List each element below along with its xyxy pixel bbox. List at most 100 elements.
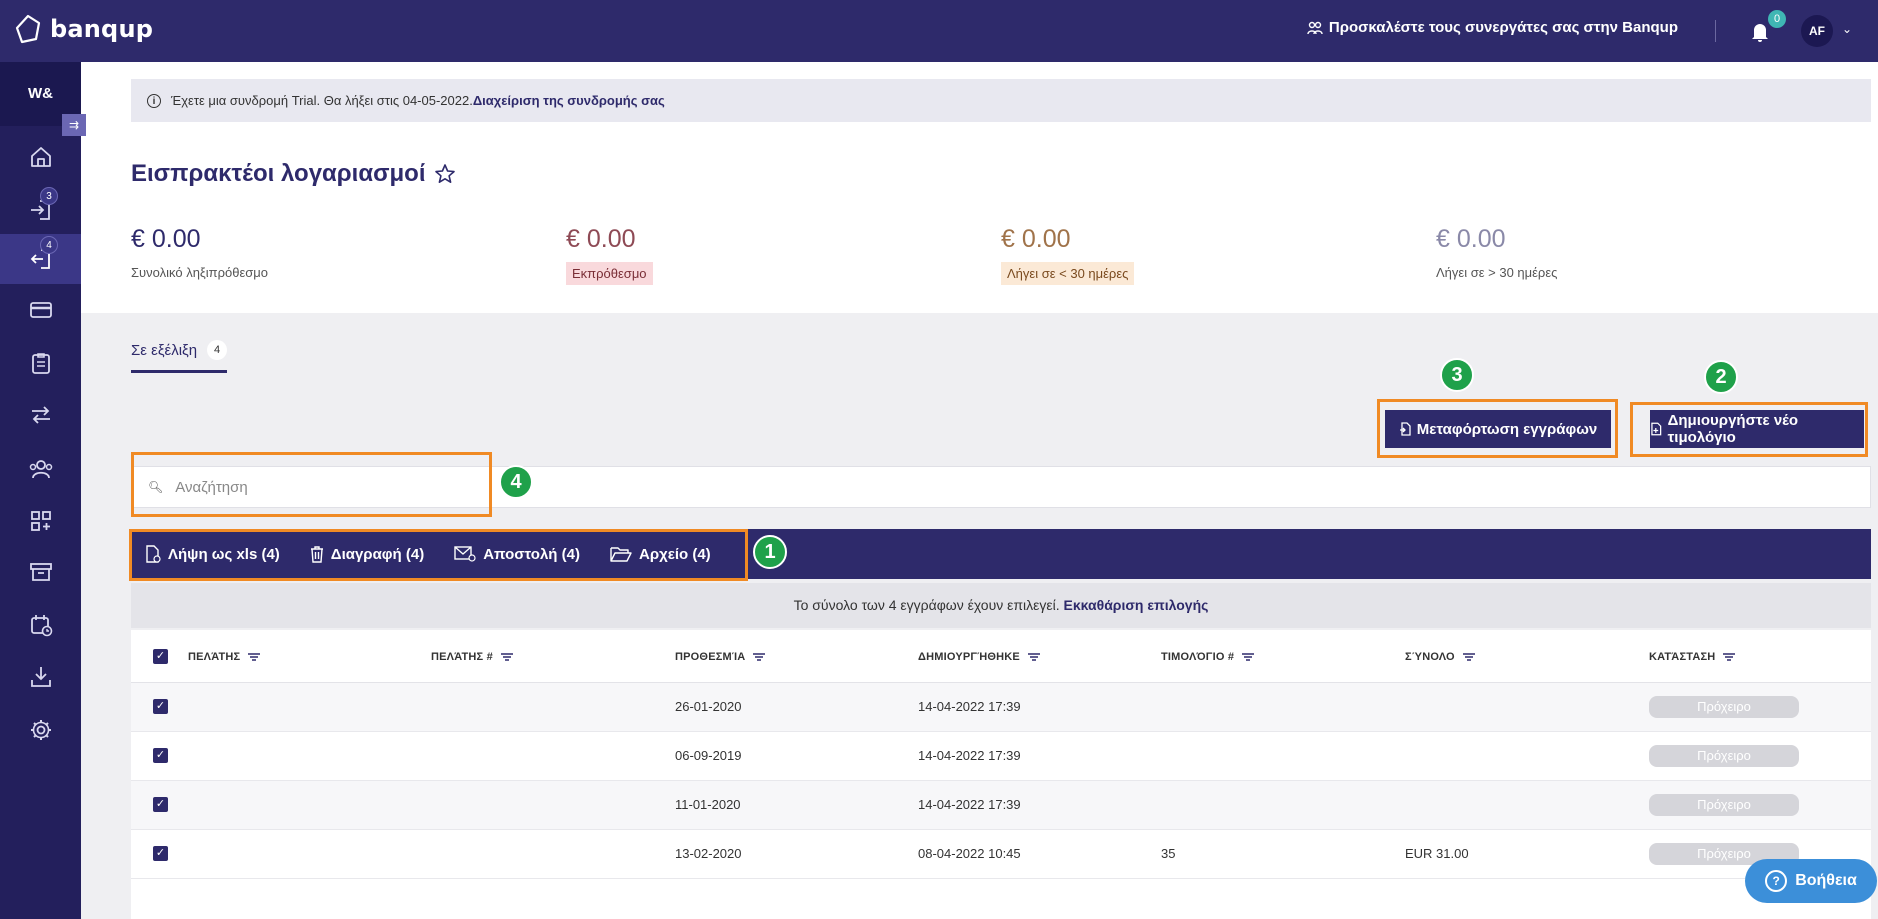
- manage-subscription-link[interactable]: Διαχείριση της συνδρομής σας: [473, 93, 665, 108]
- row-checkbox[interactable]: ✓: [153, 797, 168, 812]
- column-due-date[interactable]: ΠΡΟΘΕΣΜΊΑ: [675, 651, 766, 663]
- home-icon: [30, 147, 51, 167]
- receivables-table: ✓ ΠΕΛΆΤΗΣ ΠΕΛΆΤΗΣ # ΠΡΟΘΕΣΜΊΑ ΔΗΜΙΟΥΡΓΉΘ…: [131, 630, 1871, 919]
- column-label: ΚΑΤΆΣΤΑΣΗ: [1649, 651, 1716, 663]
- column-label: ΤΙΜΟΛΌΓΙΟ #: [1161, 651, 1235, 663]
- cell-due-date: 26-01-2020: [675, 699, 742, 714]
- column-customer[interactable]: ΠΕΛΆΤΗΣ: [188, 651, 261, 663]
- table-row[interactable]: ✓ 11-01-2020 14-04-2022 17:39 Πρόχειρο: [131, 781, 1871, 830]
- column-label: ΔΗΜΙΟΥΡΓΉΘΗΚΕ: [918, 651, 1020, 663]
- info-icon: i: [147, 93, 161, 108]
- table-row[interactable]: ✓ 13-02-2020 08-04-2022 10:45 35 EUR 31.…: [131, 830, 1871, 879]
- cell-invoice-number: 35: [1161, 846, 1176, 861]
- stat-label: Λήγει σε > 30 ημέρες: [1436, 265, 1558, 280]
- clear-selection-link[interactable]: Εκκαθάριση επιλογής: [1064, 597, 1209, 613]
- row-checkbox[interactable]: ✓: [153, 748, 168, 763]
- marker-2: 2: [1704, 360, 1738, 394]
- stat-label: Λήγει σε < 30 ημέρες: [1001, 262, 1135, 285]
- filter-icon[interactable]: [1723, 653, 1736, 661]
- highlight-upload: [1377, 399, 1618, 458]
- column-label: ΠΕΛΆΤΗΣ: [188, 651, 241, 663]
- archive-box-icon: [29, 563, 52, 581]
- stat-amount: € 0.00: [1436, 225, 1506, 253]
- selection-info: Το σύνολο των 4 εγγράφων έχουν επιλεγεί.…: [131, 583, 1871, 628]
- cell-created: 14-04-2022 17:39: [918, 797, 1021, 812]
- bell-icon: [1752, 24, 1768, 42]
- incoming-count-badge: 3: [40, 187, 58, 205]
- status-badge: Πρόχειρο: [1649, 794, 1799, 816]
- sidebar-item-tasks[interactable]: [0, 338, 81, 388]
- sidebar-item-contacts[interactable]: [0, 444, 81, 494]
- cell-created: 14-04-2022 17:39: [918, 699, 1021, 714]
- stat-label: Εκπρόθεσμο: [566, 262, 653, 285]
- question-icon: ?: [1765, 870, 1788, 892]
- cell-due-date: 13-02-2020: [675, 846, 742, 861]
- filter-icon[interactable]: [753, 653, 766, 661]
- column-customer-number[interactable]: ΠΕΛΆΤΗΣ #: [431, 651, 513, 663]
- sidebar-item-downloads[interactable]: [0, 652, 81, 702]
- row-checkbox[interactable]: ✓: [153, 846, 168, 861]
- page-title-text: Εισπρακτέοι λογαριασμοί: [131, 160, 426, 187]
- table-row[interactable]: ✓ 26-01-2020 14-04-2022 17:39 Πρόχειρο: [131, 683, 1871, 732]
- highlight-search: [131, 452, 492, 517]
- sidebar-item-settings[interactable]: [0, 705, 81, 755]
- tab-count-badge: 4: [207, 340, 228, 360]
- column-created[interactable]: ΔΗΜΙΟΥΡΓΉΘΗΚΕ: [918, 651, 1040, 663]
- notifications-count-badge: 0: [1768, 10, 1786, 28]
- sidebar-item-archive[interactable]: [0, 547, 81, 597]
- select-all-checkbox[interactable]: ✓: [153, 649, 168, 664]
- sidebar-item-transactions[interactable]: [0, 390, 81, 440]
- topbar-divider: [1715, 20, 1716, 42]
- marker-4: 4: [499, 465, 533, 499]
- sidebar-item-schedule[interactable]: [0, 600, 81, 650]
- filter-icon[interactable]: [248, 653, 261, 661]
- column-invoice-number[interactable]: ΤΙΜΟΛΌΓΙΟ #: [1161, 651, 1255, 663]
- notifications-button[interactable]: 0: [1750, 10, 1786, 46]
- row-checkbox[interactable]: ✓: [153, 699, 168, 714]
- trial-banner: i Έχετε μια συνδρομή Trial. Θα λήξει στι…: [131, 79, 1871, 122]
- column-label: ΠΡΟΘΕΣΜΊΑ: [675, 651, 746, 663]
- sidebar-item-receivables[interactable]: 4: [0, 234, 81, 284]
- brand-name: banqup: [50, 15, 154, 43]
- gear-icon: [30, 720, 51, 740]
- sidebar-item-incoming[interactable]: 3: [0, 185, 81, 235]
- invite-partners-label: Προσκαλέστε τους συνεργάτες σας στην Ban…: [1328, 19, 1678, 36]
- table-header: ✓ ΠΕΛΆΤΗΣ ΠΕΛΆΤΗΣ # ΠΡΟΘΕΣΜΊΑ ΔΗΜΙΟΥΡΓΉΘ…: [131, 630, 1871, 683]
- help-label: Βοήθεια: [1795, 872, 1857, 889]
- banqup-logo[interactable]: banqup: [14, 14, 153, 44]
- sidebar-item-home[interactable]: [0, 132, 81, 182]
- sidebar: W& ⇉ 3 4: [0, 62, 86, 919]
- clipboard-icon: [31, 353, 50, 374]
- calendar-clock-icon: [30, 615, 52, 637]
- filter-icon[interactable]: [1462, 653, 1475, 661]
- tab-label: Σε εξέλιξη: [131, 341, 198, 359]
- apps-icon: [30, 511, 51, 531]
- transfer-icon: [31, 406, 50, 424]
- credit-card-icon: [29, 302, 52, 318]
- page-title: Εισπρακτέοι λογαριασμοί: [131, 160, 456, 188]
- star-icon[interactable]: [434, 163, 456, 185]
- download-icon: [30, 667, 51, 687]
- tab-in-progress[interactable]: Σε εξέλιξη 4: [131, 340, 228, 373]
- table-row[interactable]: ✓ 06-09-2019 14-04-2022 17:39 Πρόχειρο: [131, 732, 1871, 781]
- stat-overdue: € 0.00 Εκπρόθεσμο: [566, 225, 653, 285]
- column-total[interactable]: ΣΎΝΟΛΟ: [1405, 651, 1475, 663]
- receivables-summary: € 0.00 Συνολικό ληξιπρόθεσμο € 0.00 Εκπρ…: [131, 225, 1831, 295]
- cell-created: 14-04-2022 17:39: [918, 748, 1021, 763]
- highlight-create: [1630, 402, 1868, 457]
- stat-due-over-30: € 0.00 Λήγει σε > 30 ημέρες: [1436, 225, 1557, 283]
- filter-icon[interactable]: [1242, 653, 1255, 661]
- cell-created: 08-04-2022 10:45: [918, 846, 1021, 861]
- sidebar-item-payments[interactable]: [0, 285, 81, 335]
- user-avatar[interactable]: AF: [1801, 15, 1833, 47]
- outgoing-count-badge: 4: [40, 236, 58, 254]
- chevron-down-icon[interactable]: ⌄: [1842, 22, 1852, 36]
- invite-partners-link[interactable]: Προσκαλέστε τους συνεργάτες σας στην Ban…: [1307, 19, 1678, 36]
- help-button[interactable]: ? Βοήθεια: [1745, 859, 1877, 903]
- trial-text: Έχετε μια συνδρομή Trial. Θα λήξει στις …: [171, 93, 473, 108]
- sidebar-item-apps[interactable]: [0, 496, 81, 546]
- filter-icon[interactable]: [1027, 653, 1040, 661]
- column-status[interactable]: ΚΑΤΆΣΤΑΣΗ: [1649, 651, 1736, 663]
- filter-icon[interactable]: [500, 653, 513, 661]
- stat-amount: € 0.00: [1001, 225, 1071, 253]
